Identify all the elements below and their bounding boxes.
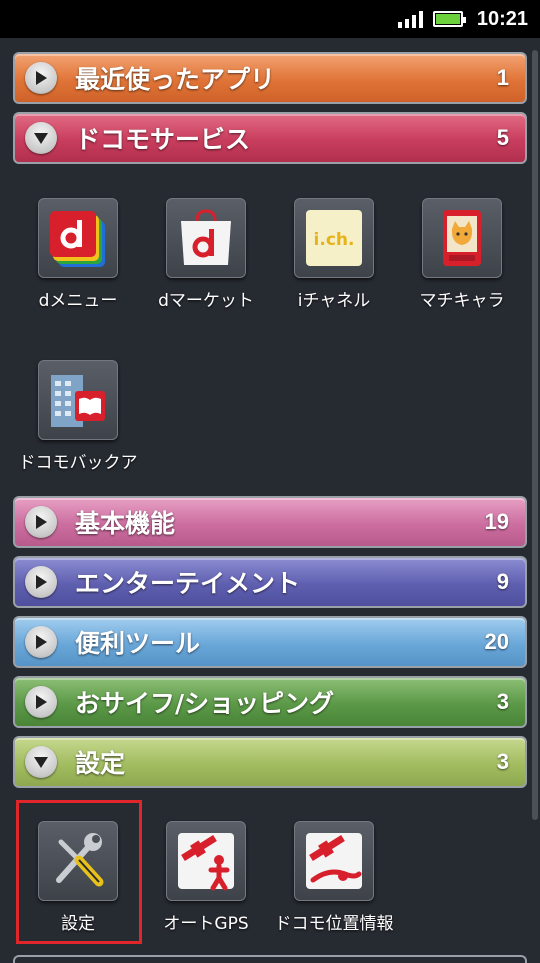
- category-recent-apps[interactable]: 最近使ったアプリ 1: [13, 52, 527, 104]
- category-count: 1: [496, 65, 509, 90]
- category-label: 便利ツール: [75, 629, 201, 658]
- dmarket-icon: [166, 198, 246, 278]
- category-label: 設定: [75, 749, 126, 778]
- category-count: 20: [484, 629, 509, 654]
- app-machichara[interactable]: マチキャラ: [397, 198, 527, 311]
- category-useful-tools[interactable]: 便利ツール 20: [13, 616, 527, 668]
- category-wallet-shopping[interactable]: おサイフ/ショッピング 3: [13, 676, 527, 728]
- category-settings[interactable]: 設定 3: [13, 736, 527, 788]
- app-docomo-backup[interactable]: ドコモバックア: [13, 360, 143, 473]
- expand-arrow-icon: [25, 566, 57, 598]
- category-basic-functions[interactable]: 基本機能 19: [13, 496, 527, 548]
- app-auto-gps[interactable]: オートGPS: [141, 821, 271, 934]
- app-name: ドコモバックア: [18, 453, 138, 473]
- category-label: ドコモサービス: [75, 125, 251, 154]
- app-name: マチキャラ: [419, 291, 505, 311]
- category-label: 基本機能: [75, 509, 176, 538]
- scrollbar[interactable]: [532, 50, 538, 820]
- dmenu-icon: [38, 198, 118, 278]
- category-count: 5: [496, 125, 509, 150]
- app-name: iチャネル: [297, 291, 371, 311]
- svg-text:i.ch.: i.ch.: [314, 230, 355, 250]
- category-label: 最近使ったアプリ: [75, 65, 276, 94]
- category-count: 3: [496, 749, 509, 774]
- category-entertainment[interactable]: エンターテイメント 9: [13, 556, 527, 608]
- app-name: ドコモ位置情報: [274, 914, 394, 934]
- app-ichannel[interactable]: i.ch. iチャネル: [269, 198, 399, 311]
- category-docomo-services[interactable]: ドコモサービス 5: [13, 112, 527, 164]
- app-dmarket[interactable]: dマーケット: [141, 198, 271, 311]
- app-name: dメニュー: [38, 291, 118, 311]
- collapse-arrow-icon: [25, 746, 57, 778]
- app-name: オートGPS: [163, 914, 249, 934]
- selection-highlight: [16, 800, 142, 944]
- category-count: 19: [484, 509, 509, 534]
- auto-gps-icon: [166, 821, 246, 901]
- category-count: 3: [496, 689, 509, 714]
- next-category-edge: [13, 955, 527, 963]
- app-name: dマーケット: [158, 291, 254, 311]
- collapse-arrow-icon: [25, 122, 57, 154]
- signal-icon: [397, 10, 423, 28]
- category-count: 9: [496, 569, 509, 594]
- ichannel-icon: i.ch.: [294, 198, 374, 278]
- docomo-backup-icon: [38, 360, 118, 440]
- battery-icon: [432, 11, 466, 27]
- expand-arrow-icon: [25, 62, 57, 94]
- expand-arrow-icon: [25, 626, 57, 658]
- status-bar: 10:21: [0, 0, 540, 38]
- expand-arrow-icon: [25, 506, 57, 538]
- category-label: おサイフ/ショッピング: [75, 689, 335, 718]
- app-dmenu[interactable]: dメニュー: [13, 198, 143, 311]
- clock: 10:21: [476, 7, 528, 30]
- category-label: エンターテイメント: [75, 569, 301, 598]
- machichara-icon: [422, 198, 502, 278]
- app-docomo-location[interactable]: ドコモ位置情報: [269, 821, 399, 934]
- docomo-location-icon: [294, 821, 374, 901]
- expand-arrow-icon: [25, 686, 57, 718]
